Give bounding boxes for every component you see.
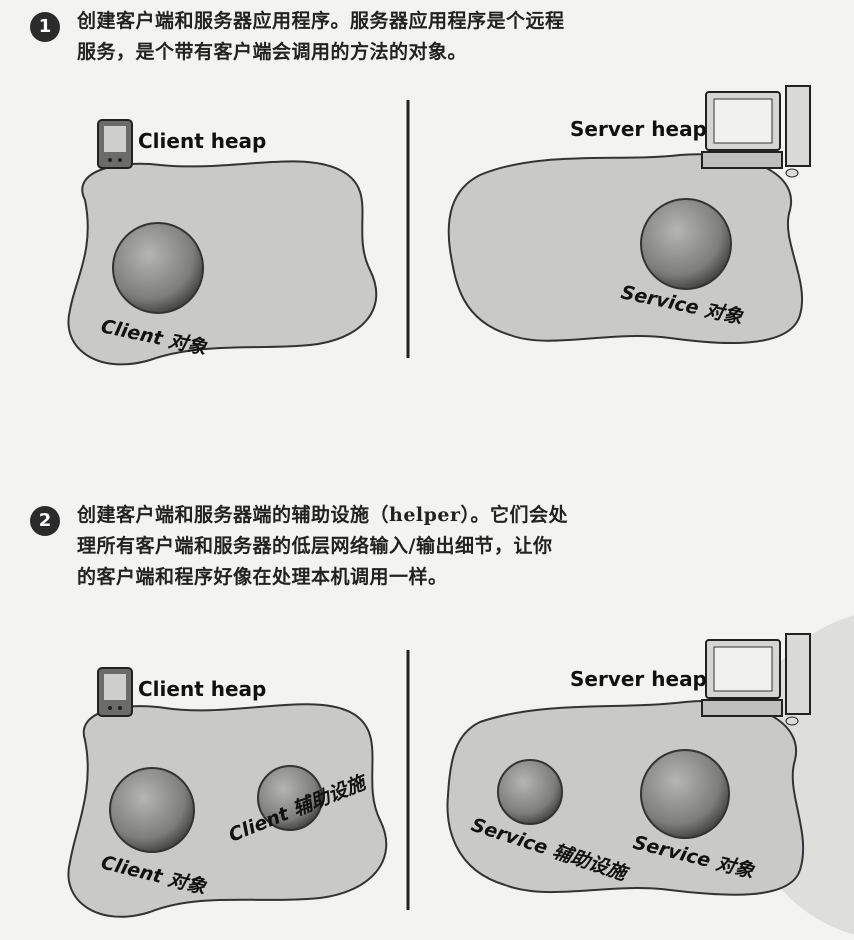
step-1-description: 创建客户端和服务器应用程序。服务器应用程序是个远程 服务，是个带有客户端会调用的… — [77, 6, 565, 68]
pda-device-icon — [97, 119, 133, 169]
scene-1-diagram: Client 对象 Client heap Service 对象 Server … — [67, 85, 811, 366]
text-line: 服务，是个带有客户端会调用的方法的对象。 — [77, 41, 468, 63]
text-line: 创建客户端和服务器端的辅助设施（helper）。它们会处 — [77, 504, 569, 526]
service-object-sphere — [640, 198, 732, 290]
server-heap-label: Server heap — [570, 667, 707, 691]
text-line: 创建客户端和服务器应用程序。服务器应用程序是个远程 — [77, 10, 565, 32]
client-heap-label: Client heap — [138, 677, 266, 701]
desktop-computer-icon — [701, 85, 811, 178]
server-heap-blob — [447, 153, 803, 345]
step-2-description: 创建客户端和服务器端的辅助设施（helper）。它们会处 理所有客户端和服务器的… — [77, 500, 568, 593]
client-object-sphere — [109, 767, 195, 853]
service-object-sphere — [640, 749, 730, 839]
step-number-badge: 2 — [30, 506, 60, 536]
text-line: 的客户端和程序好像在处理本机调用一样。 — [77, 566, 448, 588]
pda-device-icon — [97, 667, 133, 717]
desktop-computer-icon — [701, 633, 811, 726]
text-line: 理所有客户端和服务器的低层网络输入/输出细节，让你 — [77, 535, 553, 557]
service-helper-sphere — [497, 759, 563, 825]
client-object-sphere — [112, 222, 204, 314]
step-number-badge: 1 — [30, 12, 60, 42]
client-heap-label: Client heap — [138, 129, 266, 153]
server-heap-label: Server heap — [570, 117, 707, 141]
scene-2-diagram: Client 对象 Client 辅助设施 Client heap Servic… — [67, 633, 811, 918]
